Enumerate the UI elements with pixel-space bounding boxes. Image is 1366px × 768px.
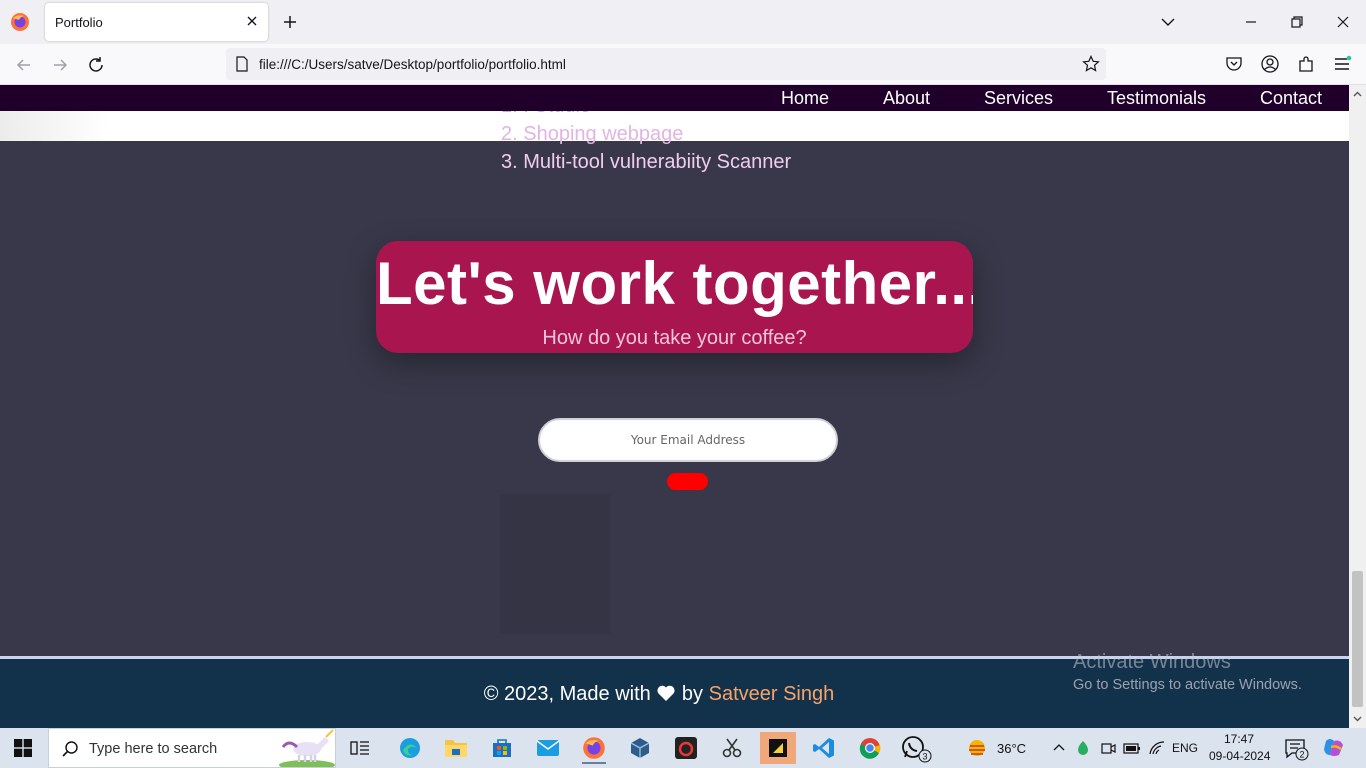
cta-heading: Let's work together... bbox=[376, 250, 973, 317]
email-input[interactable] bbox=[538, 418, 838, 462]
nav-link-home[interactable]: Home bbox=[781, 88, 829, 109]
whatsapp-badge: 3 bbox=[922, 752, 927, 762]
browser-tab-bar: Portfolio bbox=[0, 0, 1366, 44]
taskbar-virtualbox[interactable] bbox=[622, 732, 658, 764]
unicorn-search-highlight-icon bbox=[279, 729, 335, 767]
taskbar-mail[interactable] bbox=[530, 732, 566, 764]
footer-by: by bbox=[681, 683, 704, 705]
sticky-notes-icon bbox=[769, 739, 787, 757]
restore-icon[interactable] bbox=[1285, 10, 1309, 34]
taskbar-vscode[interactable] bbox=[806, 732, 842, 764]
scroll-down-icon[interactable] bbox=[1352, 713, 1363, 724]
battery-icon[interactable] bbox=[1123, 741, 1141, 755]
tab-portfolio[interactable]: Portfolio bbox=[45, 3, 268, 41]
scroll-up-icon[interactable] bbox=[1352, 89, 1363, 100]
windows-taskbar: Type here to search 3 36°C ENG 17:47 09-… bbox=[0, 728, 1366, 768]
tab-title: Portfolio bbox=[55, 15, 103, 30]
vscode-icon bbox=[813, 738, 834, 758]
whatsapp-icon: 3 bbox=[902, 736, 932, 763]
page-icon bbox=[236, 56, 248, 72]
reload-icon[interactable] bbox=[85, 54, 107, 76]
contact-cta-box: Let's work together... How do you take y… bbox=[376, 241, 973, 353]
notifications-icon[interactable]: 2 bbox=[1284, 738, 1310, 762]
project-item-2: 2. Shoping webpage bbox=[501, 123, 684, 145]
firefox-icon bbox=[583, 737, 605, 759]
windows-start-icon[interactable] bbox=[14, 739, 32, 757]
footer-prefix: © 2023, Made with bbox=[483, 683, 651, 705]
page-scrollbar[interactable] bbox=[1349, 85, 1366, 728]
url-text[interactable]: file:///C:/Users/satve/Desktop/portfolio… bbox=[259, 57, 566, 72]
nav-link-about[interactable]: About bbox=[883, 88, 930, 109]
forward-arrow-icon[interactable] bbox=[49, 54, 71, 76]
notification-count: 2 bbox=[1299, 750, 1304, 760]
submit-button[interactable] bbox=[667, 473, 708, 490]
task-view-icon bbox=[350, 741, 369, 755]
search-icon bbox=[62, 741, 78, 757]
taskbar-edge[interactable] bbox=[392, 732, 428, 764]
chrome-icon bbox=[859, 738, 881, 759]
scissors-icon bbox=[722, 738, 742, 758]
weather-icon[interactable] bbox=[966, 737, 988, 759]
activate-windows-hint: Go to Settings to activate Windows. bbox=[1073, 677, 1302, 693]
web-page: Home About Services Testimonials Contact… bbox=[0, 85, 1349, 728]
taskbar-search[interactable]: Type here to search bbox=[48, 728, 336, 768]
virtualbox-icon bbox=[630, 738, 650, 758]
clock-time[interactable]: 17:47 bbox=[1224, 732, 1254, 746]
taskbar-chrome[interactable] bbox=[852, 732, 888, 764]
weather-temperature[interactable]: 36°C bbox=[997, 741, 1026, 756]
folder-icon bbox=[445, 740, 467, 757]
meet-now-icon[interactable] bbox=[1100, 740, 1116, 756]
scrollbar-thumb[interactable] bbox=[1352, 571, 1363, 707]
extensions-icon[interactable] bbox=[1296, 54, 1316, 74]
new-tab-icon[interactable] bbox=[280, 12, 300, 32]
pocket-icon[interactable] bbox=[1224, 54, 1244, 74]
search-placeholder: Type here to search bbox=[89, 741, 218, 757]
clock-date[interactable]: 09-04-2024 bbox=[1209, 749, 1270, 763]
taskbar-store[interactable] bbox=[484, 732, 520, 764]
mail-icon bbox=[536, 740, 560, 756]
taskbar-firefox[interactable] bbox=[576, 732, 612, 764]
taskbar-app-red[interactable] bbox=[668, 732, 704, 764]
taskbar-sticky-notes[interactable] bbox=[760, 732, 796, 764]
red-app-icon bbox=[675, 737, 697, 759]
footer-author-link[interactable]: Satveer Singh bbox=[709, 683, 835, 705]
task-view-button[interactable] bbox=[342, 732, 378, 764]
wifi-icon[interactable] bbox=[1148, 740, 1166, 756]
taskbar-whatsapp[interactable]: 3 bbox=[898, 732, 934, 764]
nav-link-services[interactable]: Services bbox=[984, 88, 1053, 109]
activate-windows-title: Activate Windows bbox=[1073, 651, 1231, 673]
tray-app-icon[interactable] bbox=[1076, 740, 1090, 756]
store-icon bbox=[493, 739, 511, 757]
list-all-tabs-icon[interactable] bbox=[1156, 10, 1180, 34]
account-icon[interactable] bbox=[1260, 54, 1280, 74]
taskbar-snipping-tool[interactable] bbox=[714, 732, 750, 764]
edge-icon bbox=[400, 738, 420, 758]
nav-link-contact[interactable]: Contact bbox=[1260, 88, 1322, 109]
nav-link-testimonials[interactable]: Testimonials bbox=[1107, 88, 1206, 109]
show-hidden-icons-chevron-icon[interactable] bbox=[1052, 741, 1066, 755]
project-item-3: 3. Multi-tool vulnerabiity Scanner bbox=[501, 151, 792, 173]
site-navigation: Home About Services Testimonials Contact bbox=[0, 85, 1349, 111]
close-tab-icon[interactable] bbox=[244, 13, 260, 29]
input-language[interactable]: ENG bbox=[1172, 741, 1198, 755]
firefox-logo-icon bbox=[11, 13, 29, 31]
menu-icon[interactable] bbox=[1332, 54, 1352, 74]
close-window-icon[interactable] bbox=[1331, 10, 1355, 34]
address-bar[interactable]: file:///C:/Users/satve/Desktop/portfolio… bbox=[226, 48, 1106, 80]
heart-icon bbox=[657, 685, 675, 701]
back-arrow-icon[interactable] bbox=[13, 54, 35, 76]
cta-subtitle: How do you take your coffee? bbox=[542, 327, 807, 349]
bookmark-star-icon[interactable] bbox=[1082, 55, 1100, 73]
faded-decoration bbox=[500, 494, 610, 634]
browser-nav-bar: file:///C:/Users/satve/Desktop/portfolio… bbox=[0, 44, 1366, 85]
minimize-icon[interactable] bbox=[1239, 10, 1263, 34]
copilot-icon[interactable] bbox=[1322, 737, 1346, 759]
taskbar-file-explorer[interactable] bbox=[438, 732, 474, 764]
